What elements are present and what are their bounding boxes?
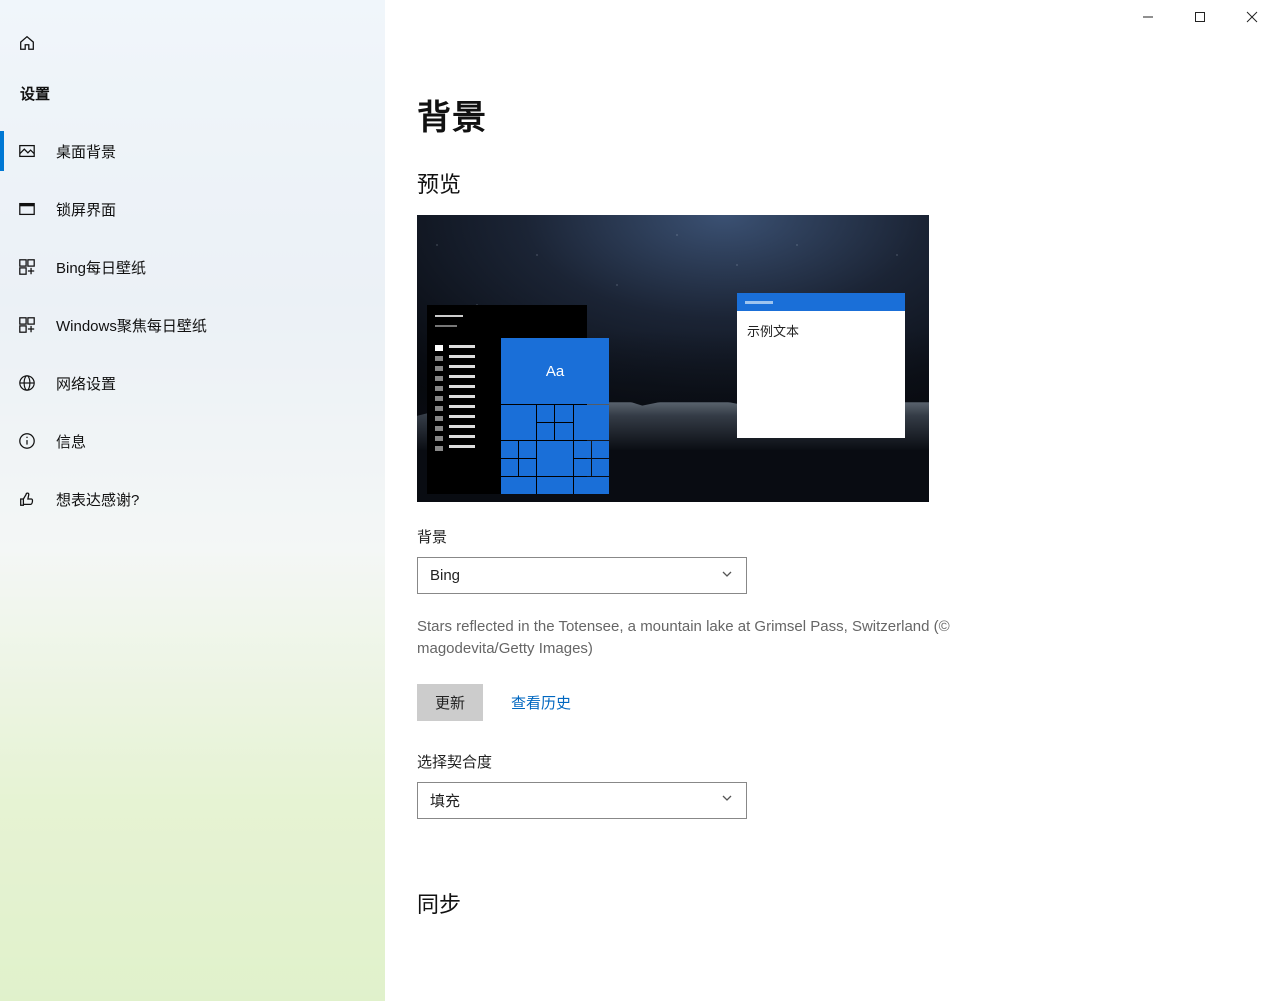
lock-screen-icon [18,200,36,218]
chevron-down-icon [720,791,734,809]
home-icon [18,34,36,52]
sidebar-item-label: 桌面背景 [56,141,116,162]
update-button[interactable]: 更新 [417,684,483,721]
sidebar-item-label: Windows聚焦每日壁纸 [56,315,207,336]
sidebar-item-spotlight-daily[interactable]: Windows聚焦每日壁纸 [0,296,385,354]
window-controls [1122,0,1278,40]
chevron-down-icon [720,567,734,585]
thumbs-up-icon [18,490,36,508]
preview-heading: 预览 [417,167,1025,199]
sync-heading: 同步 [417,887,1025,919]
maximize-button[interactable] [1174,0,1226,34]
background-source-value: Bing [430,567,460,584]
grid-icon [18,316,36,334]
preview-sample-window: 示例文本 [737,293,905,438]
sidebar-item-info[interactable]: 信息 [0,412,385,470]
grid-icon [18,258,36,276]
preview-sample-text: 示例文本 [737,311,905,350]
fit-select-value: 填充 [430,790,460,811]
minimize-button[interactable] [1122,0,1174,34]
fit-select[interactable]: 填充 [417,782,747,819]
minimize-icon [1142,11,1154,23]
close-button[interactable] [1226,0,1278,34]
sidebar-item-label: Bing每日壁纸 [56,257,146,278]
sidebar-item-desktop-background[interactable]: 桌面背景 [0,122,385,180]
home-button[interactable] [18,39,36,56]
sidebar-item-lock-screen[interactable]: 锁屏界面 [0,180,385,238]
page-title: 背景 [417,90,1025,139]
sidebar-item-label: 想表达感谢? [56,489,139,510]
background-source-select[interactable]: Bing [417,557,747,594]
wallpaper-description: Stars reflected in the Totensee, a mount… [417,616,977,660]
sidebar-item-bing-daily[interactable]: Bing每日壁纸 [0,238,385,296]
fit-label: 选择契合度 [417,751,1025,772]
preview-tiles: Aa [501,338,609,494]
image-icon [18,142,36,160]
sidebar-item-label: 信息 [56,431,86,452]
settings-heading: 设置 [0,75,385,122]
sidebar-item-network[interactable]: 网络设置 [0,354,385,412]
preview-pane: Aa 示例文本 [417,215,929,502]
close-icon [1246,11,1258,23]
preview-tile-aa: Aa [501,338,609,404]
main-panel: 背景 预览 Aa [385,0,1278,1001]
maximize-icon [1194,11,1206,23]
sidebar-item-label: 锁屏界面 [56,199,116,220]
sidebar-item-thanks[interactable]: 想表达感谢? [0,470,385,528]
history-link[interactable]: 查看历史 [511,692,571,713]
sidebar: 设置 桌面背景 锁屏界面 Bing每日壁纸 Windows聚焦每日壁纸 [0,0,385,1001]
sidebar-item-label: 网络设置 [56,373,116,394]
info-icon [18,432,36,450]
background-source-label: 背景 [417,526,1025,547]
globe-icon [18,374,36,392]
